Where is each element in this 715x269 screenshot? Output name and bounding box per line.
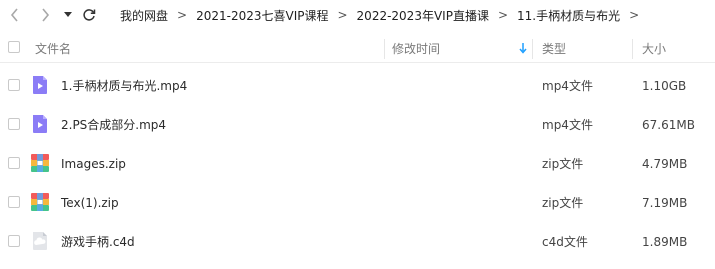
table-row[interactable]: 2.PS合成部分.mp4 mp4文件 67.61MB xyxy=(0,105,715,144)
file-name[interactable]: Tex(1).zip xyxy=(61,183,119,222)
file-name[interactable]: 2.PS合成部分.mp4 xyxy=(61,105,166,144)
row-checkbox[interactable] xyxy=(8,79,20,91)
row-checkbox[interactable] xyxy=(8,235,20,247)
file-size: 1.89MB xyxy=(642,234,688,249)
file-name[interactable]: Images.zip xyxy=(61,144,126,183)
breadcrumb-item-current[interactable]: 11.手柄材质与布光 xyxy=(517,7,620,24)
breadcrumb-item-live[interactable]: 2022-2023年VIP直播课 xyxy=(357,7,489,24)
row-checkbox[interactable] xyxy=(8,157,20,169)
refresh-button[interactable] xyxy=(81,5,97,25)
column-header-size[interactable]: 大小 xyxy=(642,33,666,63)
breadcrumb: 我的网盘 > 2021-2023七喜VIP课程 > 2022-2023年VIP直… xyxy=(120,0,648,30)
caret-down-icon xyxy=(64,12,72,17)
file-type: mp4文件 xyxy=(542,79,593,93)
sort-down-icon[interactable] xyxy=(519,42,527,57)
row-checkbox[interactable] xyxy=(8,118,20,130)
file-type: mp4文件 xyxy=(542,118,593,132)
video-file-icon xyxy=(33,115,47,133)
column-header-type[interactable]: 类型 xyxy=(542,33,566,63)
file-size: 4.79MB xyxy=(642,156,688,171)
file-type: zip文件 xyxy=(542,157,584,171)
zip-archive-icon xyxy=(31,154,49,172)
column-header-modified[interactable]: 修改时间 xyxy=(392,33,440,63)
breadcrumb-item-course[interactable]: 2021-2023七喜VIP课程 xyxy=(196,7,328,24)
back-button[interactable] xyxy=(8,5,22,25)
video-file-icon xyxy=(33,76,47,94)
table-row[interactable]: Tex(1).zip zip文件 7.19MB xyxy=(0,183,715,222)
column-divider[interactable] xyxy=(632,39,633,59)
history-dropdown-button[interactable] xyxy=(62,5,74,25)
table-header: 文件名 修改时间 类型 大小 xyxy=(0,33,715,63)
breadcrumb-separator: > xyxy=(629,8,640,22)
breadcrumb-separator: > xyxy=(177,8,188,22)
generic-file-icon xyxy=(33,232,47,250)
file-name[interactable]: 1.手柄材质与布光.mp4 xyxy=(61,66,187,105)
table-row[interactable]: 游戏手柄.c4d c4d文件 1.89MB xyxy=(0,222,715,261)
breadcrumb-separator: > xyxy=(337,8,348,22)
column-header-name[interactable]: 文件名 xyxy=(35,33,71,63)
forward-button[interactable] xyxy=(38,5,52,25)
select-all-checkbox[interactable] xyxy=(8,41,20,53)
table-row[interactable]: 1.手柄材质与布光.mp4 mp4文件 1.10GB xyxy=(0,66,715,105)
refresh-icon xyxy=(83,9,96,21)
toolbar: 我的网盘 > 2021-2023七喜VIP课程 > 2022-2023年VIP直… xyxy=(0,0,715,30)
breadcrumb-separator: > xyxy=(497,8,509,22)
file-size: 1.10GB xyxy=(642,78,687,93)
file-type: zip文件 xyxy=(542,196,584,210)
file-type: c4d文件 xyxy=(542,235,588,249)
column-divider[interactable] xyxy=(384,39,385,59)
chevron-left-icon xyxy=(10,8,18,22)
breadcrumb-item-root[interactable]: 我的网盘 xyxy=(120,7,168,24)
column-divider[interactable] xyxy=(532,39,533,59)
table-row[interactable]: Images.zip zip文件 4.79MB xyxy=(0,144,715,183)
file-size: 7.19MB xyxy=(642,195,688,210)
chevron-right-icon xyxy=(42,8,50,22)
file-name[interactable]: 游戏手柄.c4d xyxy=(61,222,135,261)
row-checkbox[interactable] xyxy=(8,196,20,208)
zip-archive-icon xyxy=(31,193,49,211)
file-size: 67.61MB xyxy=(642,117,695,132)
